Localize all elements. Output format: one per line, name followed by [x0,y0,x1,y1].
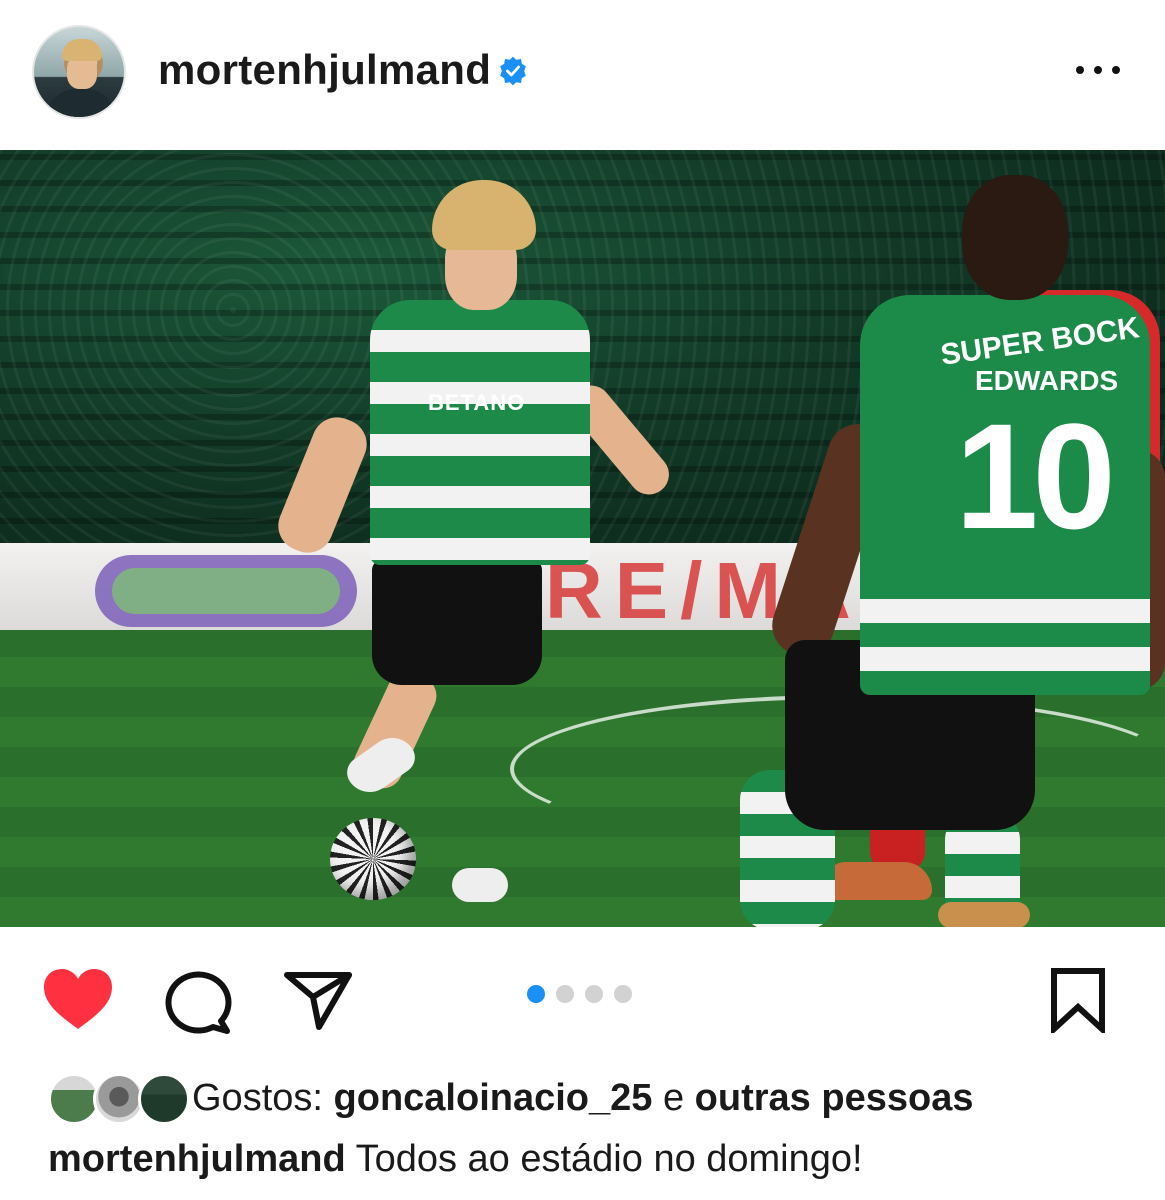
more-horizontal-icon[interactable] [1072,58,1124,82]
teammate-head [962,175,1068,300]
send-icon[interactable] [283,969,353,1031]
opponent-player-boot [826,862,932,900]
player-shorts [372,560,542,685]
post-photo[interactable]: RE/MA BETANO SUPER BOCK EDWARDS 10 [0,150,1165,927]
heart-icon[interactable] [42,967,114,1031]
carousel-dot [614,985,632,1003]
caption-username[interactable]: mortenhjulmand [48,1138,346,1180]
likes-row: Gostos: goncaloinacio_25 e outras pessoa… [48,1073,1148,1129]
board-logo-inner [112,568,340,614]
post-actions [0,927,1165,1067]
post-header: mortenhjulmand [0,0,1165,150]
verified-badge-icon [500,56,526,86]
likes-others[interactable]: outras pessoas [695,1077,974,1119]
bookmark-icon[interactable] [1048,967,1108,1033]
player-boot-right [452,868,508,902]
carousel-dot-active [527,985,545,1003]
liker-avatar[interactable] [138,1073,190,1125]
teammate-shirt-number: 10 [955,392,1116,560]
likes-user[interactable]: goncaloinacio_25 [334,1077,653,1119]
likes-prefix: Gostos: [192,1077,323,1119]
player-shirt-sponsor: BETANO [428,390,526,415]
player-leg-right [470,670,524,870]
carousel-dot [556,985,574,1003]
football [330,818,416,900]
likes-summary[interactable]: Gostos: goncaloinacio_25 e outras pessoa… [192,1077,973,1120]
carousel-dot [585,985,603,1003]
likes-joiner: e [662,1077,685,1119]
player-shirt [370,300,590,565]
post-username[interactable]: mortenhjulmand [158,46,491,94]
teammate-boot [938,902,1030,927]
comment-icon[interactable] [163,969,233,1035]
profile-avatar[interactable] [32,25,126,119]
carousel-indicator [527,985,639,1003]
caption-text: Todos ao estádio no domingo! [355,1138,863,1180]
post-caption: mortenhjulmand Todos ao estádio no domin… [48,1138,863,1181]
